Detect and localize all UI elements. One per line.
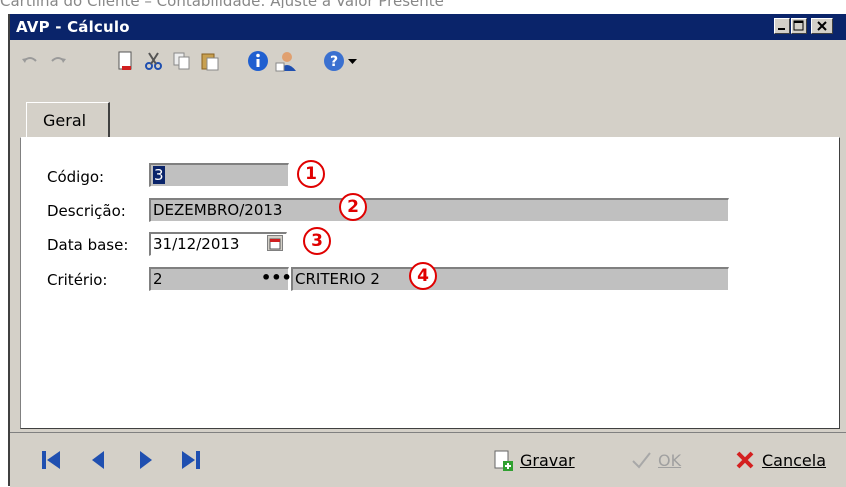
footer-bar: Gravar OK Cancela — [10, 432, 846, 487]
content-panel: Geral Código: 3 1 Descrição: DEZEMBRO/20… — [14, 84, 844, 430]
marker-2: 2 — [339, 193, 367, 221]
descricao-label: Descrição: — [47, 202, 126, 220]
criterio-label: Critério: — [47, 271, 108, 289]
title-bar[interactable]: AVP - Cálculo — [10, 14, 846, 40]
avp-calculo-window: AVP - Cálculo ? Geral Código: 3 1 Descri… — [8, 14, 846, 487]
paste-button[interactable] — [198, 49, 222, 73]
cut-button[interactable] — [142, 49, 166, 73]
previous-record-icon — [92, 451, 104, 469]
new-document-icon — [118, 51, 132, 70]
maximize-button[interactable] — [791, 18, 807, 34]
tab-body-geral: Código: 3 1 Descrição: DEZEMBRO/2013 2 D… — [20, 137, 840, 429]
criterio-code-value: 2 — [153, 270, 163, 288]
cancela-label: Cancela — [762, 450, 827, 470]
help-icon: ? — [324, 51, 344, 71]
top-caption: Cartilha do Cliente – Contabilidade: Aju… — [0, 0, 846, 8]
paste-icon — [201, 53, 219, 71]
marker-4: 4 — [409, 262, 437, 290]
close-button[interactable] — [811, 18, 833, 34]
cancel-x-icon — [736, 451, 754, 469]
redo-icon — [51, 57, 66, 63]
descricao-field[interactable]: DEZEMBRO/2013 — [149, 198, 729, 222]
first-record-icon — [42, 451, 60, 469]
criterio-description-value: CRITERIO 2 — [295, 270, 380, 288]
help-dropdown[interactable] — [346, 49, 360, 73]
ok-label: OK — [658, 450, 682, 470]
minimize-icon — [778, 28, 785, 30]
info-icon — [248, 51, 268, 71]
copy-icon — [173, 52, 190, 70]
data-base-label: Data base: — [47, 236, 129, 254]
first-record-button[interactable] — [38, 447, 64, 473]
ok-button[interactable]: OK — [630, 445, 681, 475]
dropdown-arrow-icon — [348, 59, 357, 64]
marker-3: 3 — [303, 227, 331, 255]
user-button[interactable] — [274, 49, 298, 73]
tab-geral-label: Geral — [43, 111, 87, 130]
cut-icon — [145, 52, 162, 70]
descricao-value: DEZEMBRO/2013 — [153, 201, 283, 219]
cancela-button[interactable]: Cancela — [734, 445, 826, 475]
user-icon — [275, 52, 296, 72]
criterio-lookup-button[interactable]: ••• — [261, 268, 292, 287]
last-record-button[interactable] — [178, 447, 204, 473]
maximize-icon — [793, 20, 804, 31]
undo-icon — [22, 57, 37, 63]
info-button[interactable] — [246, 49, 270, 73]
last-record-icon — [182, 451, 200, 469]
previous-record-button[interactable] — [86, 447, 112, 473]
copy-button[interactable] — [170, 49, 194, 73]
data-base-value: 31/12/2013 — [153, 235, 240, 253]
undo-button[interactable] — [18, 49, 42, 73]
tab-geral[interactable]: Geral — [26, 102, 110, 138]
svg-text:?: ? — [330, 54, 338, 70]
calendar-button[interactable] — [267, 235, 283, 251]
save-document-icon — [494, 450, 513, 471]
new-document-button[interactable] — [114, 49, 138, 73]
codigo-value: 3 — [153, 166, 165, 184]
redo-button[interactable] — [46, 49, 70, 73]
codigo-field[interactable]: 3 — [149, 163, 289, 187]
gravar-button[interactable]: Gravar — [492, 445, 575, 475]
window-title: AVP - Cálculo — [16, 18, 130, 36]
calendar-icon — [269, 238, 281, 250]
next-record-button[interactable] — [132, 447, 158, 473]
next-record-icon — [140, 451, 152, 469]
checkmark-icon — [632, 452, 651, 469]
minimize-button[interactable] — [774, 18, 790, 34]
close-icon — [817, 21, 827, 31]
toolbar: ? — [10, 40, 846, 82]
criterio-description-field: CRITERIO 2 — [291, 267, 729, 291]
marker-1: 1 — [297, 160, 325, 188]
help-button[interactable]: ? — [322, 49, 346, 73]
codigo-label: Código: — [47, 168, 105, 186]
gravar-label: Gravar — [520, 450, 575, 470]
